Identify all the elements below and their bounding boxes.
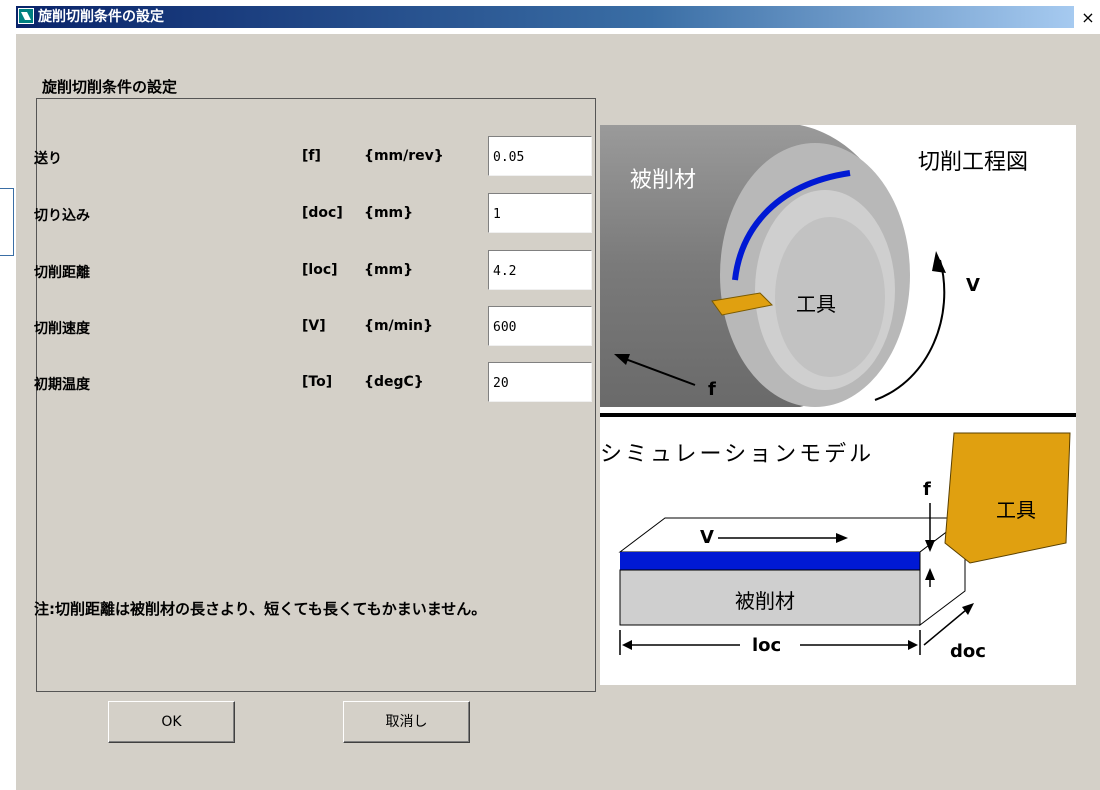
param-label: 初期温度 [34, 377, 90, 393]
model-workpiece-label: 被削材 [735, 589, 795, 613]
model-v-label: V [700, 527, 714, 548]
note-text: 注:切削距離は被削材の長さより、短くても長くてもかまいません。 [34, 600, 487, 618]
param-unit: {m/min} [364, 318, 433, 334]
diagram-title: 切削工程図 [918, 150, 1028, 175]
section-title: 旋削切削条件の設定 [42, 78, 178, 96]
param-label: 切削速度 [34, 321, 90, 337]
param-label: 切削距離 [34, 265, 90, 281]
param-label: 送り [34, 151, 62, 167]
title-bar[interactable]: 旋削切削条件の設定 × [16, 0, 1100, 34]
tool-label: 工具 [796, 292, 836, 316]
v-label: V [966, 275, 980, 296]
cancel-button[interactable]: 取消し [343, 701, 470, 743]
app-icon [18, 8, 34, 24]
model-tool-label: 工具 [996, 498, 1036, 522]
ok-button[interactable]: OK [108, 701, 235, 743]
param-unit: {mm} [364, 205, 414, 221]
param-symbol: [loc] [302, 262, 338, 278]
window-title: 旋削切削条件の設定 [38, 9, 164, 25]
feed-input[interactable]: 0.05 [488, 136, 592, 176]
param-label: 切り込み [34, 208, 90, 224]
process-diagram: 被削材 工具 切削工程図 V f シミュレーションモデル 被削材 工具 V f [600, 125, 1076, 685]
param-symbol: [V] [302, 318, 326, 334]
dialog-window: 旋削切削条件の設定 × 旋削切削条件の設定 送り [f] {mm/rev} 0.… [16, 0, 1100, 790]
temp-input[interactable]: 20 [488, 362, 592, 402]
title-bar-fill: 旋削切削条件の設定 [16, 6, 1074, 28]
loc-input[interactable]: 4.2 [488, 250, 592, 290]
param-unit: {degC} [364, 374, 424, 390]
close-icon[interactable]: × [1080, 10, 1096, 26]
loc-label: loc [752, 635, 781, 656]
workpiece-label: 被削材 [630, 168, 696, 193]
speed-input[interactable]: 600 [488, 306, 592, 346]
chip-layer [620, 552, 920, 570]
doc-input[interactable]: 1 [488, 193, 592, 233]
f-label: f [708, 379, 716, 400]
model-top-face [618, 517, 967, 553]
param-symbol: [f] [302, 148, 321, 164]
model-f-label: f [923, 479, 931, 500]
param-symbol: [To] [302, 374, 333, 390]
doc-label: doc [950, 641, 986, 662]
param-unit: {mm/rev} [364, 148, 444, 164]
param-symbol: [doc] [302, 205, 343, 221]
param-unit: {mm} [364, 262, 414, 278]
model-title: シミュレーションモデル [600, 442, 874, 467]
left-edge-marker [0, 188, 14, 256]
